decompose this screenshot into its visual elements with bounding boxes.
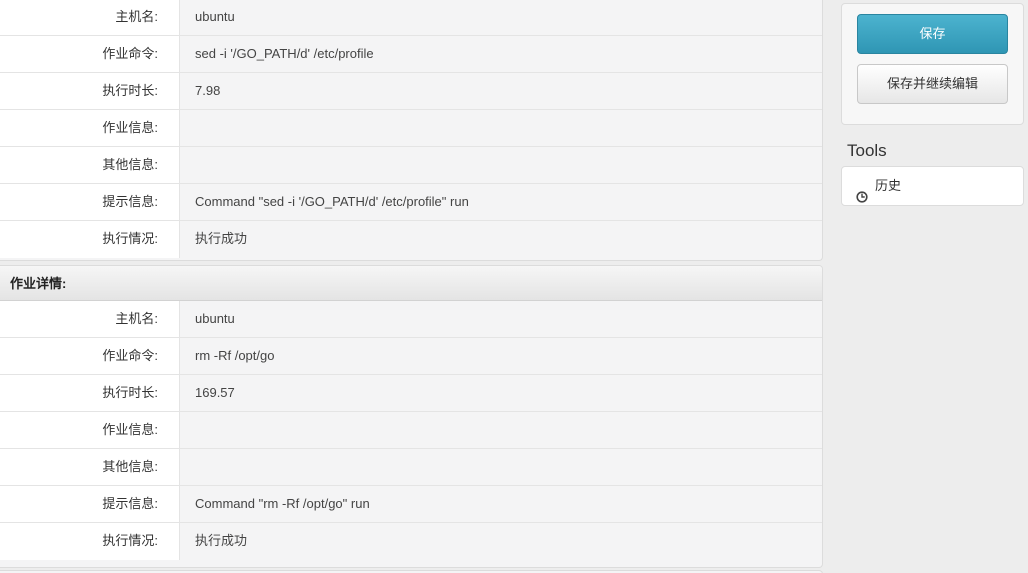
tools-title: Tools xyxy=(847,141,887,160)
table-row: 提示信息: Command "rm -Rf /opt/go" run xyxy=(0,486,822,523)
save-button[interactable]: 保存 xyxy=(857,14,1008,54)
duration-label: 执行时长: xyxy=(0,73,180,109)
command-label: 作业命令: xyxy=(0,338,180,374)
status-label: 执行情况: xyxy=(0,523,180,560)
table-row: 执行时长: 169.57 xyxy=(0,375,822,412)
table-row: 执行情况: 执行成功 xyxy=(0,221,822,258)
command-value: sed -i '/GO_PATH/d' /etc/profile xyxy=(195,46,374,61)
table-row: 其他信息: xyxy=(0,147,822,184)
hostname-label: 主机名: xyxy=(0,0,180,35)
job-info-label: 作业信息: xyxy=(0,412,180,448)
table-row: 主机名: ubuntu xyxy=(0,0,822,36)
status-value: 执行成功 xyxy=(195,533,248,548)
command-label: 作业命令: xyxy=(0,36,180,72)
status-label: 执行情况: xyxy=(0,221,180,258)
page: 主机名: ubuntu 作业命令: sed -i '/GO_PATH/d' /e… xyxy=(0,0,1028,573)
table-row: 作业信息: xyxy=(0,412,822,449)
save-and-continue-button[interactable]: 保存并继续编辑 xyxy=(857,64,1008,104)
hostname-value: ubuntu xyxy=(195,311,235,326)
hostname-value: ubuntu xyxy=(195,9,235,24)
table-row: 其他信息: xyxy=(0,449,822,486)
job-details-column: 主机名: ubuntu 作业命令: sed -i '/GO_PATH/d' /e… xyxy=(0,0,823,573)
message-value: Command "rm -Rf /opt/go" run xyxy=(195,496,370,511)
status-value: 执行成功 xyxy=(195,231,248,246)
duration-value: 169.57 xyxy=(195,385,235,400)
submit-row: 保存 保存并继续编辑 xyxy=(841,3,1024,125)
message-label: 提示信息: xyxy=(0,184,180,220)
message-value: Command "sed -i '/GO_PATH/d' /etc/profil… xyxy=(195,194,469,209)
table-row: 执行情况: 执行成功 xyxy=(0,523,822,560)
table-row: 作业命令: sed -i '/GO_PATH/d' /etc/profile xyxy=(0,36,822,73)
history-link[interactable]: 历史 xyxy=(856,167,901,205)
history-label: 历史 xyxy=(875,178,902,193)
command-value: rm -Rf /opt/go xyxy=(195,348,275,363)
table-row: 主机名: ubuntu xyxy=(0,301,822,338)
job-info-label: 作业信息: xyxy=(0,110,180,146)
message-label: 提示信息: xyxy=(0,486,180,522)
panel-title: 作业详情: xyxy=(0,266,822,301)
job-detail-panel: 主机名: ubuntu 作业命令: sed -i '/GO_PATH/d' /e… xyxy=(0,0,823,261)
table-row: 作业命令: rm -Rf /opt/go xyxy=(0,338,822,375)
tools-list: 历史 xyxy=(841,166,1024,206)
clock-icon xyxy=(856,180,868,203)
job-detail-panel: 作业详情: 主机名: ubuntu 作业命令: rm -Rf /opt/go 执… xyxy=(0,265,823,568)
hostname-label: 主机名: xyxy=(0,301,180,337)
other-info-label: 其他信息: xyxy=(0,449,180,485)
duration-label: 执行时长: xyxy=(0,375,180,411)
table-row: 提示信息: Command "sed -i '/GO_PATH/d' /etc/… xyxy=(0,184,822,221)
other-info-label: 其他信息: xyxy=(0,147,180,183)
duration-value: 7.98 xyxy=(195,83,221,98)
table-row: 作业信息: xyxy=(0,110,822,147)
table-row: 执行时长: 7.98 xyxy=(0,73,822,110)
